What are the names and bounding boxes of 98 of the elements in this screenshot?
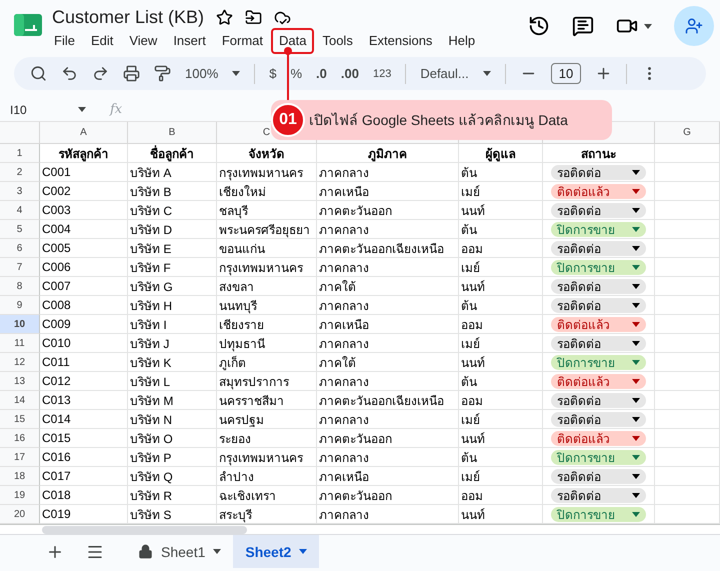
table-cell: บริษัท J <box>128 334 217 353</box>
table-cell: นครปฐม <box>217 410 317 429</box>
table-cell: ต้น <box>459 448 543 467</box>
table-cell: C014 <box>40 410 128 429</box>
table-cell: ภาคกลาง <box>317 296 459 315</box>
table-cell: ภาคเหนือ <box>317 467 459 486</box>
table-cell: บริษัท M <box>128 391 217 410</box>
table-cell: C004 <box>40 220 128 239</box>
table-cell: ภาคกลาง <box>317 372 459 391</box>
table-cell: นนท์ <box>459 277 543 296</box>
table-cell: บริษัท A <box>128 163 217 182</box>
table-cell: ขอนแก่น <box>217 239 317 258</box>
table-cell: กรุงเทพมหานคร <box>217 163 317 182</box>
step-badge: 01 <box>271 103 305 137</box>
table-cell: ชลบุรี <box>217 201 317 220</box>
table-cell: ภาคตะวันออกเฉียงเหนือ <box>317 391 459 410</box>
table-cell: บริษัท N <box>128 410 217 429</box>
table-cell: ภาคกลาง <box>317 220 459 239</box>
table-cell: ภาคเหนือ <box>317 315 459 334</box>
table-cell: ระยอง <box>217 429 317 448</box>
table-cell: C012 <box>40 372 128 391</box>
formula-label: fx <box>110 102 122 117</box>
table-cell: ภาคตะวันออก <box>317 429 459 448</box>
table-cell: C009 <box>40 315 128 334</box>
table-cell: กรุงเทพมหานคร <box>217 258 317 277</box>
table-cell: นนทบุรี <box>217 296 317 315</box>
table-cell: เชียงใหม่ <box>217 182 317 201</box>
table-cell: ออม <box>459 315 543 334</box>
table-cell: เชียงราย <box>217 315 317 334</box>
table-cell: ภาคใต้ <box>317 277 459 296</box>
table-cell: สงขลา <box>217 277 317 296</box>
table-cell: ต้น <box>459 296 543 315</box>
header-cell: สถานะ <box>543 144 655 163</box>
table-cell: C013 <box>40 391 128 410</box>
table-cell: ภาคกลาง <box>317 163 459 182</box>
table-cell: C003 <box>40 201 128 220</box>
header-cell: รหัสลูกค้า <box>40 144 128 163</box>
table-cell: พระนครศรีอยุธยา <box>217 220 317 239</box>
table-cell: บริษัท L <box>128 372 217 391</box>
table-cell: ภาคตะวันออกเฉียงเหนือ <box>317 239 459 258</box>
table-cell: ต้น <box>459 220 543 239</box>
table-cell: ภาคกลาง <box>317 410 459 429</box>
table-cell: C006 <box>40 258 128 277</box>
table-cell: นนท์ <box>459 429 543 448</box>
table-cell: ภาคกลาง <box>317 448 459 467</box>
table-cell: C010 <box>40 334 128 353</box>
table-cell: บริษัท B <box>128 182 217 201</box>
header-cell: ผู้ดูแล <box>459 144 543 163</box>
table-cell: ลำปาง <box>217 467 317 486</box>
table-cell: บริษัท I <box>128 315 217 334</box>
table-cell: ภาคเหนือ <box>317 182 459 201</box>
table-cell: เมย์ <box>459 182 543 201</box>
table-cell: เมย์ <box>459 467 543 486</box>
header-cell: ชื่อลูกค้า <box>128 144 217 163</box>
table-cell: C008 <box>40 296 128 315</box>
table-cell: ออม <box>459 486 543 505</box>
table-cell: บริษัท R <box>128 486 217 505</box>
table-cell: ฉะเชิงเทรา <box>217 486 317 505</box>
table-cell: ปทุมธานี <box>217 334 317 353</box>
table-cell: กรุงเทพมหานคร <box>217 448 317 467</box>
table-cell: บริษัท D <box>128 220 217 239</box>
table-cell: C005 <box>40 239 128 258</box>
table-cell: ออม <box>459 239 543 258</box>
table-cell: บริษัท G <box>128 277 217 296</box>
table-cell: บริษัท F <box>128 258 217 277</box>
table-cell: C001 <box>40 163 128 182</box>
table-cell: ภาคใต้ <box>317 353 459 372</box>
table-cell: C015 <box>40 429 128 448</box>
table-cell: ออม <box>459 391 543 410</box>
table-cell: C017 <box>40 467 128 486</box>
table-cell: บริษัท H <box>128 296 217 315</box>
table-cell: บริษัท P <box>128 448 217 467</box>
table-cell: ต้น <box>459 163 543 182</box>
table-cell: สมุทรปราการ <box>217 372 317 391</box>
table-cell: C016 <box>40 448 128 467</box>
table-cell: บริษัท K <box>128 353 217 372</box>
table-cell: C011 <box>40 353 128 372</box>
table-cell: ภาคตะวันออก <box>317 486 459 505</box>
table-cell: C002 <box>40 182 128 201</box>
table-cell: C018 <box>40 486 128 505</box>
table-cell: นนท์ <box>459 201 543 220</box>
table-cell: นครราชสีมา <box>217 391 317 410</box>
header-cell: ภูมิภาค <box>317 144 459 163</box>
table-cell: เมย์ <box>459 334 543 353</box>
table-cell: เมย์ <box>459 410 543 429</box>
table-cell: ภาคตะวันออก <box>317 201 459 220</box>
table-cell: ภูเก็ต <box>217 353 317 372</box>
table-cell: เมย์ <box>459 258 543 277</box>
table-cell: บริษัท E <box>128 239 217 258</box>
table-cell: ต้น <box>459 372 543 391</box>
table-cell: บริษัท O <box>128 429 217 448</box>
table-cell: ภาคกลาง <box>317 258 459 277</box>
table-cell: บริษัท Q <box>128 467 217 486</box>
table-cell: บริษัท C <box>128 201 217 220</box>
table-cell: C007 <box>40 277 128 296</box>
table-cell: นนท์ <box>459 353 543 372</box>
header-cell: จังหวัด <box>217 144 317 163</box>
table-cell: ภาคกลาง <box>317 334 459 353</box>
